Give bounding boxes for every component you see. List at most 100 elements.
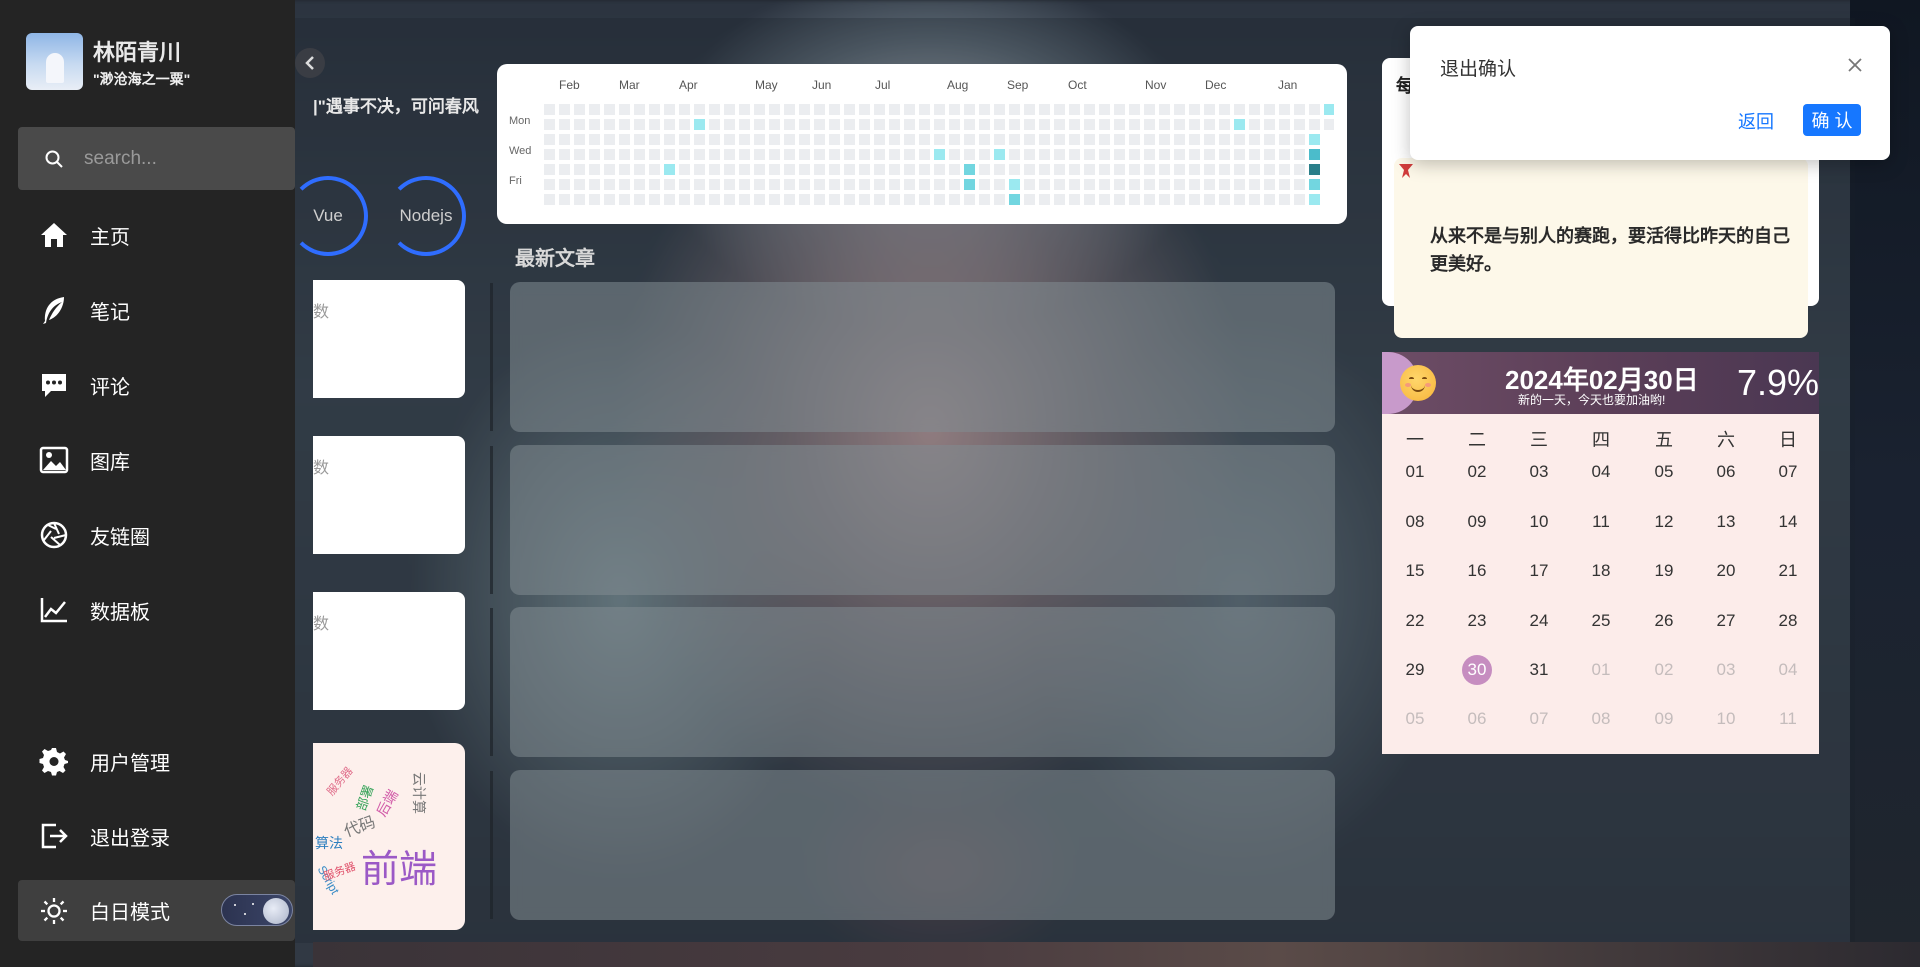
heatmap-cell[interactable] xyxy=(964,149,975,160)
heatmap-cell[interactable] xyxy=(1309,134,1320,145)
heatmap-cell[interactable] xyxy=(1294,134,1305,145)
heatmap-cell[interactable] xyxy=(784,119,795,130)
heatmap-cell[interactable] xyxy=(784,104,795,115)
heatmap-cell[interactable] xyxy=(949,194,960,205)
heatmap-cell[interactable] xyxy=(574,119,585,130)
heatmap-cell[interactable] xyxy=(679,134,690,145)
heatmap-cell[interactable] xyxy=(1039,104,1050,115)
heatmap-cell[interactable] xyxy=(1294,164,1305,175)
heatmap-cell[interactable] xyxy=(634,134,645,145)
calendar-day[interactable]: 12 xyxy=(1644,512,1684,532)
heatmap-cell[interactable] xyxy=(1279,149,1290,160)
calendar-day[interactable]: 26 xyxy=(1644,611,1684,631)
heatmap-cell[interactable] xyxy=(589,179,600,190)
heatmap-cell[interactable] xyxy=(664,134,675,145)
heatmap-cell[interactable] xyxy=(1069,164,1080,175)
heatmap-cell[interactable] xyxy=(709,104,720,115)
heatmap-cell[interactable] xyxy=(979,179,990,190)
cloud-word[interactable]: 前端 xyxy=(361,838,437,893)
heatmap-cell[interactable] xyxy=(1159,164,1170,175)
heatmap-cell[interactable] xyxy=(574,179,585,190)
heatmap-cell[interactable] xyxy=(604,119,615,130)
heatmap-cell[interactable] xyxy=(1294,149,1305,160)
calendar-day[interactable]: 11 xyxy=(1768,709,1808,729)
heatmap-cell[interactable] xyxy=(949,119,960,130)
heatmap-cell[interactable] xyxy=(994,149,1005,160)
heatmap-cell[interactable] xyxy=(919,134,930,145)
heatmap-cell[interactable] xyxy=(739,164,750,175)
nav-item-friends[interactable]: 友链圈 xyxy=(0,507,295,563)
cloud-word[interactable]: 云计算 xyxy=(409,772,429,814)
heatmap-cell[interactable] xyxy=(634,149,645,160)
heatmap-cell[interactable] xyxy=(979,119,990,130)
heatmap-cell[interactable] xyxy=(724,104,735,115)
heatmap-cell[interactable] xyxy=(904,134,915,145)
heatmap-cell[interactable] xyxy=(754,149,765,160)
heatmap-cell[interactable] xyxy=(769,179,780,190)
nav-item-notes[interactable]: 笔记 xyxy=(0,282,295,338)
heatmap-cell[interactable] xyxy=(904,104,915,115)
heatmap-cell[interactable] xyxy=(799,119,810,130)
heatmap-cell[interactable] xyxy=(1204,134,1215,145)
heatmap-cell[interactable] xyxy=(619,134,630,145)
heatmap-cell[interactable] xyxy=(1144,179,1155,190)
heatmap-cell[interactable] xyxy=(964,194,975,205)
heatmap-cell[interactable] xyxy=(1144,104,1155,115)
heatmap-cell[interactable] xyxy=(1039,149,1050,160)
heatmap-cell[interactable] xyxy=(694,104,705,115)
heatmap-cell[interactable] xyxy=(814,149,825,160)
heatmap-cell[interactable] xyxy=(544,164,555,175)
heatmap-cell[interactable] xyxy=(979,194,990,205)
heatmap-cell[interactable] xyxy=(1279,134,1290,145)
heatmap-cell[interactable] xyxy=(919,179,930,190)
heatmap-cell[interactable] xyxy=(634,194,645,205)
heatmap-cell[interactable] xyxy=(1309,194,1320,205)
heatmap-cell[interactable] xyxy=(1264,179,1275,190)
heatmap-cell[interactable] xyxy=(1279,104,1290,115)
heatmap-cell[interactable] xyxy=(589,194,600,205)
heatmap-cell[interactable] xyxy=(1279,179,1290,190)
heatmap-cell[interactable] xyxy=(1294,179,1305,190)
heatmap-cell[interactable] xyxy=(1234,104,1245,115)
heatmap-cell[interactable] xyxy=(739,104,750,115)
heatmap-cell[interactable] xyxy=(1219,104,1230,115)
search-input[interactable] xyxy=(84,147,264,170)
heatmap-cell[interactable] xyxy=(829,104,840,115)
heatmap-cell[interactable] xyxy=(934,134,945,145)
calendar-day[interactable]: 08 xyxy=(1581,709,1621,729)
heatmap-cell[interactable] xyxy=(1219,194,1230,205)
heatmap-cell[interactable] xyxy=(1084,134,1095,145)
heatmap-cell[interactable] xyxy=(919,194,930,205)
heatmap-cell[interactable] xyxy=(1234,134,1245,145)
heatmap-cell[interactable] xyxy=(979,149,990,160)
heatmap-cell[interactable] xyxy=(544,179,555,190)
heatmap-cell[interactable] xyxy=(1204,194,1215,205)
heatmap-cell[interactable] xyxy=(874,134,885,145)
heatmap-cell[interactable] xyxy=(829,164,840,175)
calendar-day[interactable]: 25 xyxy=(1581,611,1621,631)
calendar-day[interactable]: 14 xyxy=(1768,512,1808,532)
heatmap-cell[interactable] xyxy=(1024,194,1035,205)
heatmap-cell[interactable] xyxy=(559,194,570,205)
calendar-day[interactable]: 02 xyxy=(1644,660,1684,680)
heatmap-cell[interactable] xyxy=(1039,179,1050,190)
heatmap-cell[interactable] xyxy=(679,179,690,190)
article-card[interactable] xyxy=(510,282,1335,432)
heatmap-cell[interactable] xyxy=(784,179,795,190)
heatmap-cell[interactable] xyxy=(1234,194,1245,205)
heatmap-cell[interactable] xyxy=(694,119,705,130)
heatmap-cell[interactable] xyxy=(1009,119,1020,130)
nav-item-logout[interactable]: 退出登录 xyxy=(0,808,295,864)
heatmap-cell[interactable] xyxy=(1084,164,1095,175)
heatmap-cell[interactable] xyxy=(874,149,885,160)
heatmap-cell[interactable] xyxy=(1204,119,1215,130)
heatmap-cell[interactable] xyxy=(844,149,855,160)
heatmap-cell[interactable] xyxy=(1174,179,1185,190)
heatmap-cell[interactable] xyxy=(604,149,615,160)
heatmap-cell[interactable] xyxy=(649,194,660,205)
heatmap-cell[interactable] xyxy=(859,164,870,175)
heatmap-cell[interactable] xyxy=(1099,119,1110,130)
heatmap-cell[interactable] xyxy=(709,179,720,190)
heatmap-cell[interactable] xyxy=(1054,119,1065,130)
heatmap-cell[interactable] xyxy=(1069,149,1080,160)
